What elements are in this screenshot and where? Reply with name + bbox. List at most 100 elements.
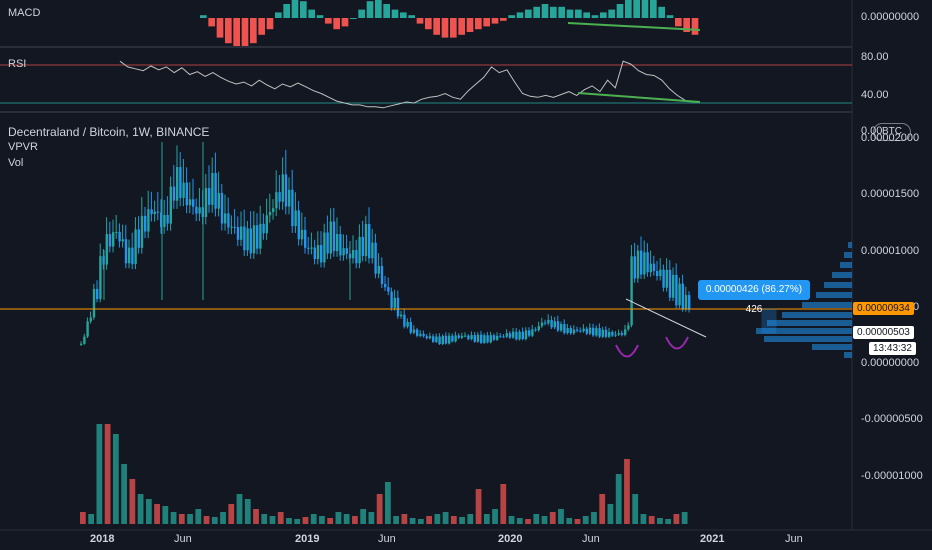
volume-bar [525, 519, 531, 524]
candle-body [355, 250, 358, 264]
candle-body [80, 343, 83, 345]
candle-body [480, 334, 483, 343]
candle-body [441, 335, 444, 345]
bottom-arc-left[interactable] [615, 344, 639, 358]
candle-body [416, 329, 419, 336]
price-tick-label: -0.00000500 [861, 413, 923, 426]
countdown-badge: 13:43:32 [869, 342, 916, 355]
symbol-title[interactable]: Decentraland / Bitcoin, 1W, BINANCE [8, 125, 209, 139]
volume-histogram [80, 424, 688, 524]
macd-bar [325, 18, 332, 24]
candle-body [608, 331, 611, 337]
macd-bar [641, 0, 649, 19]
candle-body [179, 167, 182, 198]
candle-body [188, 199, 192, 206]
volume-bar [624, 459, 630, 524]
bottom-arc-right[interactable] [665, 336, 689, 350]
macd-bar [383, 4, 390, 18]
volume-bar [170, 512, 177, 524]
candle-body [630, 256, 633, 326]
candle-body [406, 321, 409, 327]
candle-body [412, 329, 416, 333]
volume-bar [459, 517, 465, 524]
time-tick-label: Jun [174, 533, 192, 545]
candle-body [307, 247, 310, 249]
candle-body [585, 328, 588, 334]
volume-bar [607, 504, 614, 524]
volume-bar [269, 516, 276, 524]
candle-body [422, 333, 425, 337]
candle-body [646, 252, 649, 273]
macd-bar [600, 12, 607, 18]
volume-bar [483, 514, 490, 524]
volume-bar [319, 516, 325, 524]
macd-zero-label: 0.00000000 [861, 11, 920, 23]
candle-body [89, 317, 92, 322]
volume-bar [112, 434, 119, 524]
candle-body [313, 247, 316, 260]
volume-bar [475, 489, 482, 524]
candle-body [528, 330, 531, 336]
price-tick-label: 0.00000000 [861, 357, 920, 369]
candle-body [515, 331, 518, 340]
candle-body [153, 211, 156, 214]
candle-body [611, 331, 614, 336]
candle-body [262, 223, 265, 234]
candle-body [617, 333, 620, 335]
time-tick-label: 2018 [90, 533, 115, 545]
candle-body [400, 314, 403, 317]
candle-body [140, 215, 144, 248]
last-price-badge: 0.00000503 [853, 326, 914, 339]
volume-bar [137, 494, 144, 524]
measure-range[interactable] [761, 308, 777, 334]
candle-body [310, 247, 313, 249]
measure-label[interactable]: 0.00000426 (86.27%) 426 [698, 280, 810, 315]
macd-bar [366, 1, 374, 18]
rsi-divergence-line[interactable] [577, 92, 701, 103]
candle-body [524, 330, 528, 340]
candle-body [227, 213, 230, 228]
volume-bar [195, 509, 202, 524]
macd-bar [341, 18, 349, 27]
candle-body [457, 335, 460, 338]
volume-bar [302, 517, 309, 524]
chart-canvas[interactable] [0, 0, 932, 550]
volume-bar [228, 504, 235, 524]
rsi-40-label: 40.00 [861, 89, 889, 101]
candle-body [643, 252, 646, 275]
candle-body [656, 270, 659, 277]
candle-body [572, 329, 576, 334]
rsi-series [119, 60, 686, 109]
macd-bar [583, 12, 590, 18]
candle-body [339, 234, 342, 256]
time-tick-label: Jun [582, 533, 600, 545]
candle-body [300, 229, 304, 240]
candle-body [316, 245, 320, 260]
indicator-vpvr[interactable]: VPVR [8, 141, 38, 153]
volume-bar [632, 494, 639, 524]
volume-bar [154, 504, 160, 524]
candle-body [652, 263, 656, 271]
candle-body [403, 314, 406, 327]
macd-bar [225, 18, 232, 44]
candle-body [492, 335, 496, 340]
candle-body [150, 209, 153, 214]
volume-bar [640, 514, 647, 524]
price-trend-line[interactable] [625, 298, 707, 338]
time-tick-label: 2021 [700, 533, 725, 545]
candle-body [464, 335, 467, 337]
candle-body [582, 328, 585, 332]
candle-body [233, 226, 236, 228]
candle-body [323, 232, 326, 263]
candle-body [499, 335, 502, 337]
volume-bar [533, 514, 540, 524]
macd-bar [266, 18, 274, 30]
candle-body [291, 189, 294, 227]
price-tick-label: 0.00001000 [861, 244, 920, 257]
candle-body [156, 211, 160, 213]
macd-bar [650, 0, 657, 19]
volume-profile-bar [844, 352, 852, 358]
indicator-vol[interactable]: Vol [8, 157, 23, 169]
candle-body [176, 167, 179, 201]
candle-body [169, 186, 172, 224]
